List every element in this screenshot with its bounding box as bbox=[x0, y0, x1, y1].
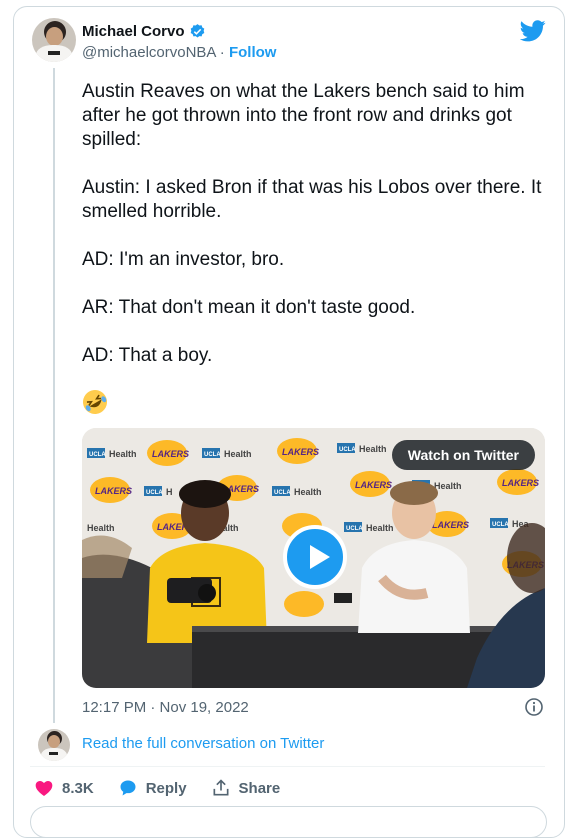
rolling-on-floor-laughing-icon bbox=[83, 390, 107, 414]
read-full-conversation-link[interactable]: Read the full conversation on Twitter bbox=[82, 735, 324, 752]
svg-text:UCLA: UCLA bbox=[89, 452, 106, 458]
svg-text:UCLA: UCLA bbox=[146, 490, 163, 496]
separator-dot: · bbox=[219, 44, 225, 61]
share-icon bbox=[213, 779, 229, 796]
svg-text:LAKERS: LAKERS bbox=[502, 478, 539, 488]
svg-text:LAKERS: LAKERS bbox=[152, 449, 189, 459]
follow-button[interactable]: Follow bbox=[229, 44, 277, 61]
watch-on-twitter-button[interactable]: Watch on Twitter bbox=[391, 440, 535, 470]
svg-text:LAKERS: LAKERS bbox=[432, 520, 469, 530]
author-handle-row: @michaelcorvoNBA · Follow bbox=[82, 44, 276, 61]
verified-badge-icon bbox=[190, 24, 204, 38]
share-button[interactable]: Share bbox=[211, 778, 281, 798]
svg-text:H: H bbox=[166, 487, 173, 497]
svg-text:Health: Health bbox=[434, 481, 462, 491]
info-icon[interactable] bbox=[524, 697, 544, 717]
svg-text:Health: Health bbox=[87, 523, 115, 533]
action-bar: 8.3K Reply Share bbox=[34, 778, 304, 798]
reply-label: Reply bbox=[145, 779, 187, 797]
svg-text:UCLA: UCLA bbox=[339, 447, 356, 453]
svg-text:Health: Health bbox=[294, 487, 322, 497]
svg-text:Health: Health bbox=[366, 523, 394, 533]
tweet-timestamp[interactable]: 12:17 PM · Nov 19, 2022 bbox=[82, 699, 249, 716]
divider bbox=[30, 766, 545, 767]
svg-text:Health: Health bbox=[224, 449, 252, 459]
read-avatar bbox=[38, 729, 70, 761]
svg-text:Health: Health bbox=[109, 449, 137, 459]
svg-text:LAKERS: LAKERS bbox=[95, 486, 132, 496]
svg-text:Health: Health bbox=[359, 444, 387, 454]
svg-text:UCLA: UCLA bbox=[204, 452, 221, 458]
reply-button[interactable]: Reply bbox=[118, 778, 187, 798]
like-button[interactable]: 8.3K bbox=[34, 778, 94, 798]
svg-text:UCLA: UCLA bbox=[492, 522, 509, 528]
author-handle[interactable]: @michaelcorvoNBA bbox=[82, 44, 216, 61]
author-avatar[interactable] bbox=[32, 18, 76, 62]
svg-text:LAKERS: LAKERS bbox=[355, 480, 392, 490]
svg-text:UCLA: UCLA bbox=[346, 526, 363, 532]
twitter-bird-icon[interactable] bbox=[520, 20, 546, 42]
author-name[interactable]: Michael Corvo bbox=[82, 23, 185, 40]
like-count: 8.3K bbox=[62, 779, 94, 797]
share-label: Share bbox=[238, 779, 281, 797]
bottom-button[interactable] bbox=[30, 806, 547, 838]
heart-icon bbox=[35, 781, 53, 796]
author-name-row[interactable]: Michael Corvo bbox=[82, 23, 206, 40]
play-icon[interactable] bbox=[283, 525, 347, 589]
tweet-text: Austin Reaves on what the Lakers bench s… bbox=[82, 81, 542, 366]
thread-line bbox=[53, 68, 55, 723]
video-media[interactable]: UCLA Health UCLA Health UCLA Health UCLA H U… bbox=[82, 428, 545, 688]
reply-bubble-icon bbox=[120, 780, 136, 796]
svg-text:LAKERS: LAKERS bbox=[282, 447, 319, 457]
svg-text:UCLA: UCLA bbox=[274, 490, 291, 496]
